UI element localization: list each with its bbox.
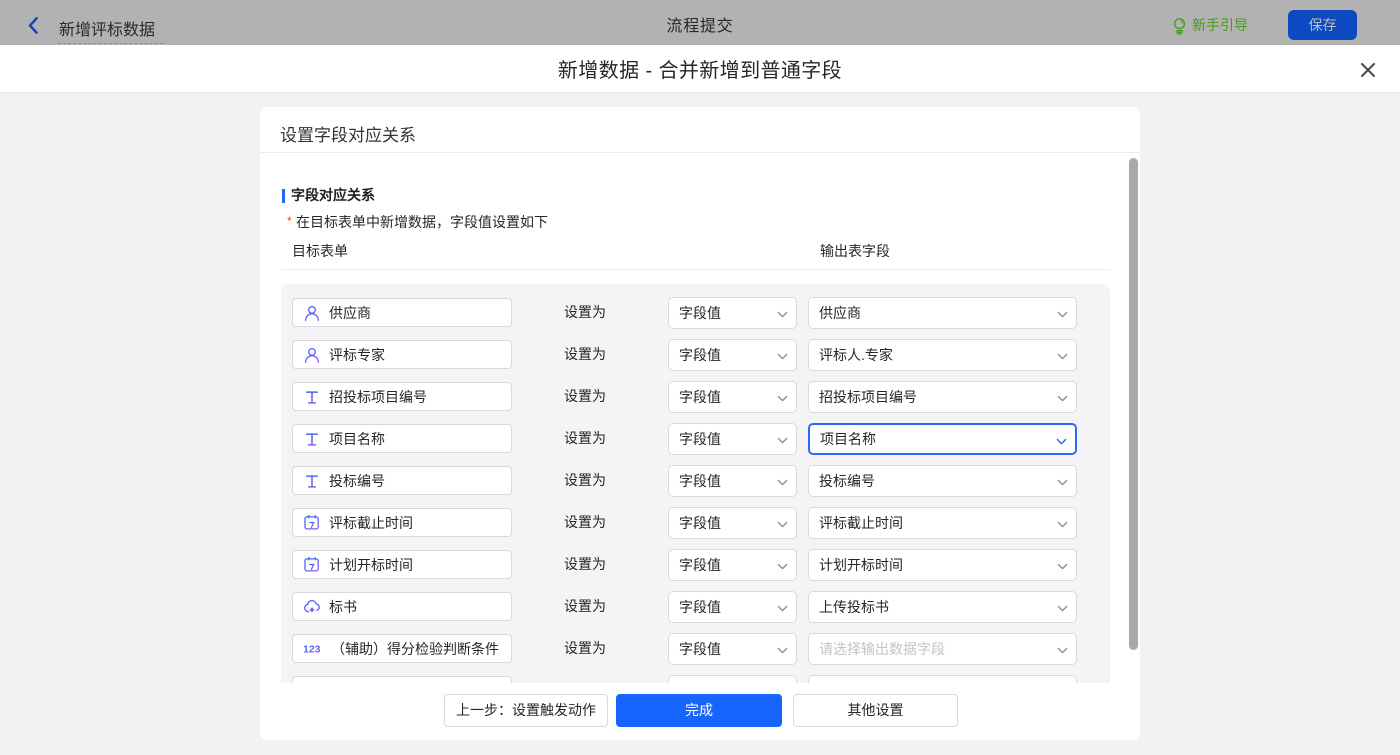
svg-text:123: 123: [304, 643, 321, 655]
